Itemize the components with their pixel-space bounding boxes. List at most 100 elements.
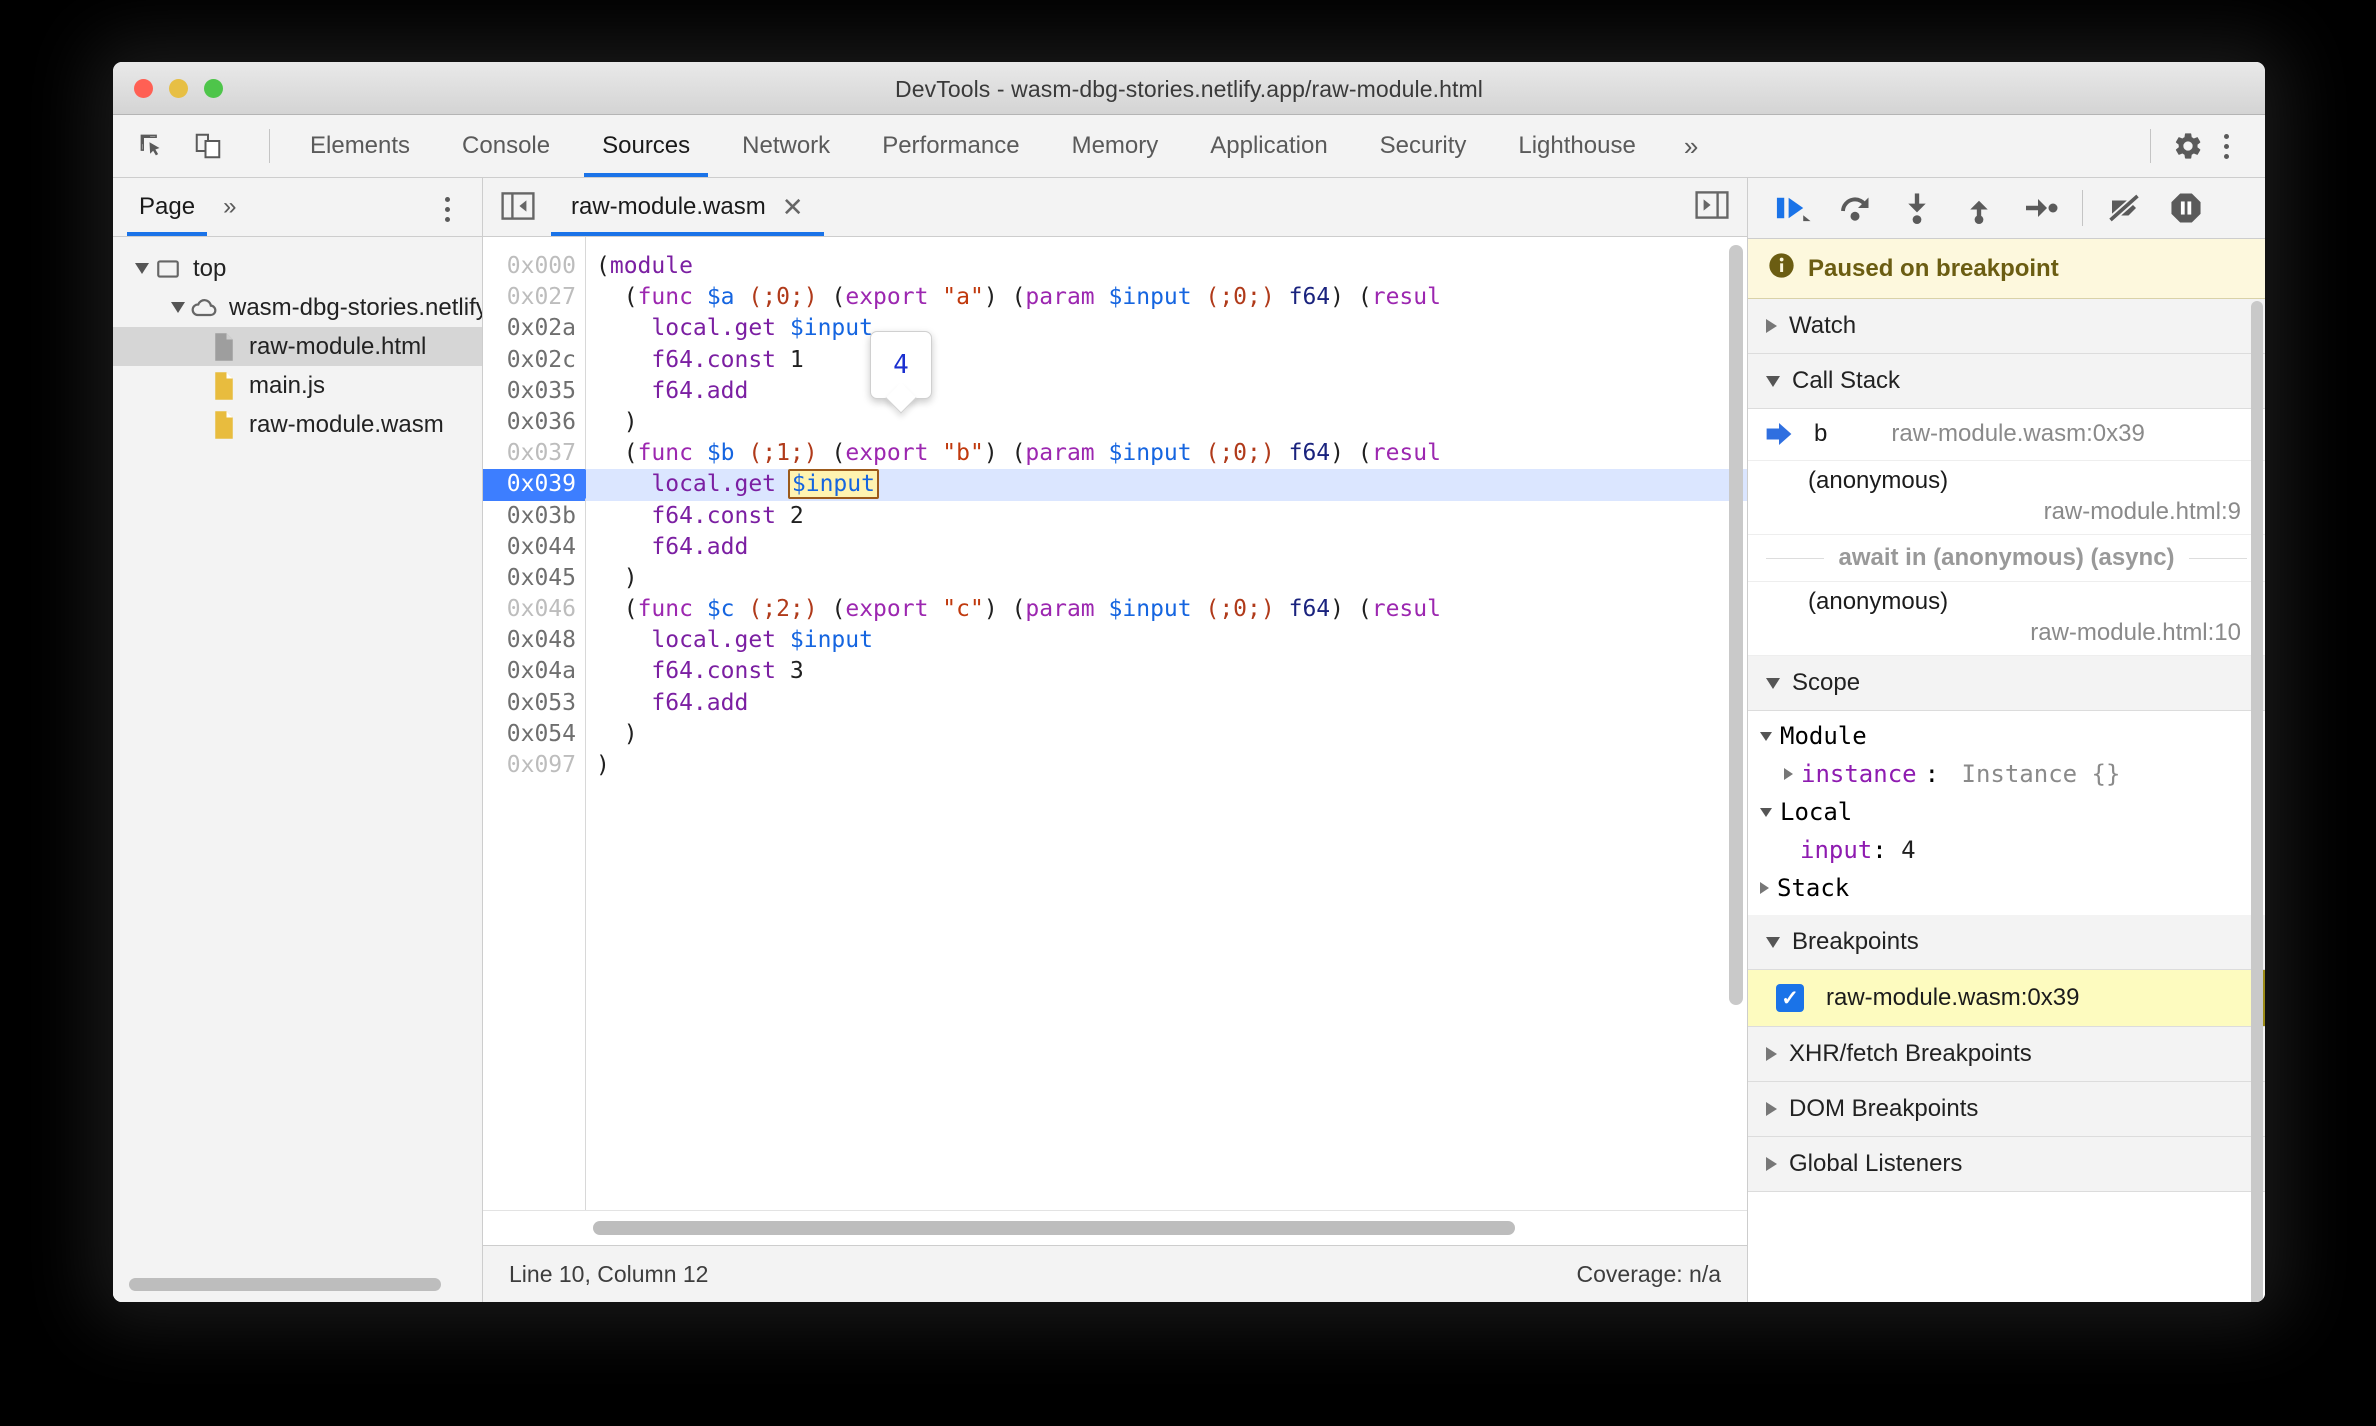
navigator-kebab-menu-icon[interactable] bbox=[430, 189, 464, 229]
code-line[interactable]: ) bbox=[586, 750, 1747, 781]
scope-group-module[interactable]: Module bbox=[1748, 717, 2265, 755]
step-out-icon[interactable] bbox=[1950, 185, 2008, 231]
resume-script-icon[interactable] bbox=[1764, 185, 1822, 231]
call-stack-frame[interactable]: (anonymous) raw-module.html:9 bbox=[1748, 461, 2265, 535]
navigator-horizontal-scrollbar[interactable] bbox=[129, 1278, 441, 1291]
chevron-down-icon[interactable] bbox=[1760, 731, 1772, 741]
tab-console[interactable]: Console bbox=[436, 115, 576, 177]
gear-icon[interactable] bbox=[2171, 129, 2205, 163]
device-toolbar-icon[interactable] bbox=[191, 129, 225, 163]
scope-property-instance[interactable]: instance: Instance {} bbox=[1748, 755, 2265, 793]
tree-item-raw-module-html[interactable]: raw-module.html bbox=[113, 327, 482, 366]
section-breakpoints[interactable]: Breakpoints bbox=[1748, 915, 2265, 970]
code-lines[interactable]: (module (func $a (;0;) (export "a") (par… bbox=[586, 237, 1747, 1210]
gutter-address[interactable]: 0x054 bbox=[483, 719, 585, 750]
tree-item-main-js[interactable]: main.js bbox=[113, 366, 482, 405]
code-line[interactable]: (func $c (;2;) (export "c") (param $inpu… bbox=[586, 594, 1747, 625]
code-line[interactable]: local.get $input bbox=[586, 313, 1747, 344]
gutter-address[interactable]: 0x02c bbox=[483, 345, 585, 376]
code-line[interactable]: ) bbox=[586, 407, 1747, 438]
gutter-address[interactable]: 0x035 bbox=[483, 376, 585, 407]
step-icon[interactable] bbox=[2012, 185, 2070, 231]
code-line[interactable]: ) bbox=[586, 719, 1747, 750]
step-into-icon[interactable] bbox=[1888, 185, 1946, 231]
selected-token[interactable]: $input bbox=[787, 469, 879, 500]
gutter-address[interactable]: 0x044 bbox=[483, 532, 585, 563]
code-line[interactable]: f64.const 3 bbox=[586, 656, 1747, 687]
tab-performance[interactable]: Performance bbox=[856, 115, 1045, 177]
gutter-address[interactable]: 0x046 bbox=[483, 594, 585, 625]
chevron-down-icon[interactable] bbox=[171, 302, 185, 313]
chevron-right-icon[interactable] bbox=[1766, 1157, 1777, 1171]
code-line[interactable]: f64.const 1 bbox=[586, 345, 1747, 376]
code-line[interactable]: f64.add bbox=[586, 376, 1747, 407]
gutter-address[interactable]: 0x097 bbox=[483, 750, 585, 781]
tab-security[interactable]: Security bbox=[1354, 115, 1493, 177]
gutter-address[interactable]: 0x036 bbox=[483, 407, 585, 438]
navigator-more-icon[interactable]: » bbox=[213, 193, 246, 221]
section-scope[interactable]: Scope bbox=[1748, 656, 2265, 711]
deactivate-breakpoints-icon[interactable] bbox=[2095, 185, 2153, 231]
gutter-address[interactable]: 0x053 bbox=[483, 688, 585, 719]
gutter-address[interactable]: 0x04a bbox=[483, 656, 585, 687]
section-global-listeners[interactable]: Global Listeners bbox=[1748, 1137, 2265, 1192]
gutter-address[interactable]: 0x02a bbox=[483, 313, 585, 344]
call-stack-frame-selected[interactable]: b raw-module.wasm:0x39 bbox=[1748, 409, 2265, 461]
breakpoint-checkbox[interactable]: ✓ bbox=[1776, 984, 1804, 1012]
tree-item-raw-module-wasm[interactable]: raw-module.wasm bbox=[113, 405, 482, 444]
gutter-address-active[interactable]: 0x039 bbox=[483, 469, 600, 501]
scope-group-local[interactable]: Local bbox=[1748, 793, 2265, 831]
editor-tab-raw-module-wasm[interactable]: raw-module.wasm ✕ bbox=[551, 178, 824, 236]
code-line[interactable]: f64.add bbox=[586, 532, 1747, 563]
section-dom-breakpoints[interactable]: DOM Breakpoints bbox=[1748, 1082, 2265, 1137]
tab-application[interactable]: Application bbox=[1184, 115, 1353, 177]
chevron-down-icon[interactable] bbox=[1766, 375, 1780, 387]
more-tabs-icon[interactable]: » bbox=[1662, 131, 1720, 162]
chevron-right-icon[interactable] bbox=[1766, 1047, 1777, 1061]
chevron-down-icon[interactable] bbox=[1766, 677, 1780, 689]
code-line-active[interactable]: local.get $input bbox=[586, 469, 1747, 501]
section-call-stack[interactable]: Call Stack bbox=[1748, 354, 2265, 409]
tree-item-domain[interactable]: wasm-dbg-stories.netlify bbox=[113, 288, 482, 327]
code-line[interactable]: f64.add bbox=[586, 688, 1747, 719]
chevron-right-icon[interactable] bbox=[1766, 319, 1777, 333]
scope-property-input[interactable]: input: 4 bbox=[1748, 831, 2265, 869]
code-line[interactable]: (module bbox=[586, 251, 1747, 282]
inspect-cursor-icon[interactable] bbox=[135, 129, 169, 163]
editor-horizontal-scrollbar[interactable] bbox=[593, 1221, 1515, 1235]
code-line[interactable]: (func $b (;1;) (export "b") (param $inpu… bbox=[586, 438, 1747, 469]
chevron-down-icon[interactable] bbox=[1766, 936, 1780, 948]
tab-network[interactable]: Network bbox=[716, 115, 856, 177]
gutter-address[interactable]: 0x027 bbox=[483, 282, 585, 313]
tab-memory[interactable]: Memory bbox=[1046, 115, 1185, 177]
show-debugger-icon[interactable] bbox=[1695, 190, 1731, 221]
pause-on-exceptions-icon[interactable] bbox=[2157, 185, 2215, 231]
chevron-down-icon[interactable] bbox=[1760, 807, 1772, 817]
show-navigator-icon[interactable] bbox=[501, 192, 537, 222]
kebab-menu-icon[interactable] bbox=[2209, 126, 2243, 166]
tab-sources[interactable]: Sources bbox=[576, 115, 716, 177]
section-xhr-breakpoints[interactable]: XHR/fetch Breakpoints bbox=[1748, 1027, 2265, 1082]
gutter-address[interactable]: 0x000 bbox=[483, 251, 585, 282]
tree-item-top[interactable]: top bbox=[113, 249, 482, 288]
gutter-address[interactable]: 0x03b bbox=[483, 501, 585, 532]
chevron-right-icon[interactable] bbox=[1784, 768, 1793, 780]
navigator-tab-page[interactable]: Page bbox=[121, 178, 213, 236]
gutter-address[interactable]: 0x045 bbox=[483, 563, 585, 594]
section-watch[interactable]: Watch bbox=[1748, 299, 2265, 354]
debugger-vertical-scrollbar[interactable] bbox=[2251, 301, 2263, 1302]
gutter-address[interactable]: 0x037 bbox=[483, 438, 585, 469]
code-line[interactable]: ) bbox=[586, 563, 1747, 594]
code-line[interactable]: local.get $input bbox=[586, 625, 1747, 656]
tab-lighthouse[interactable]: Lighthouse bbox=[1492, 115, 1661, 177]
editor-vertical-scrollbar[interactable] bbox=[1729, 245, 1743, 1005]
scope-group-stack[interactable]: Stack bbox=[1748, 869, 2265, 907]
code-viewer[interactable]: 0x000 0x027 0x02a 0x02c 0x035 0x036 0x03… bbox=[483, 237, 1747, 1210]
call-stack-frame[interactable]: (anonymous) raw-module.html:10 bbox=[1748, 582, 2265, 656]
chevron-right-icon[interactable] bbox=[1760, 882, 1769, 894]
code-gutter[interactable]: 0x000 0x027 0x02a 0x02c 0x035 0x036 0x03… bbox=[483, 237, 600, 1210]
code-line[interactable]: (func $a (;0;) (export "a") (param $inpu… bbox=[586, 282, 1747, 313]
breakpoint-item[interactable]: ✓ raw-module.wasm:0x39 bbox=[1748, 970, 2265, 1027]
step-over-icon[interactable] bbox=[1826, 185, 1884, 231]
chevron-down-icon[interactable] bbox=[135, 263, 149, 274]
